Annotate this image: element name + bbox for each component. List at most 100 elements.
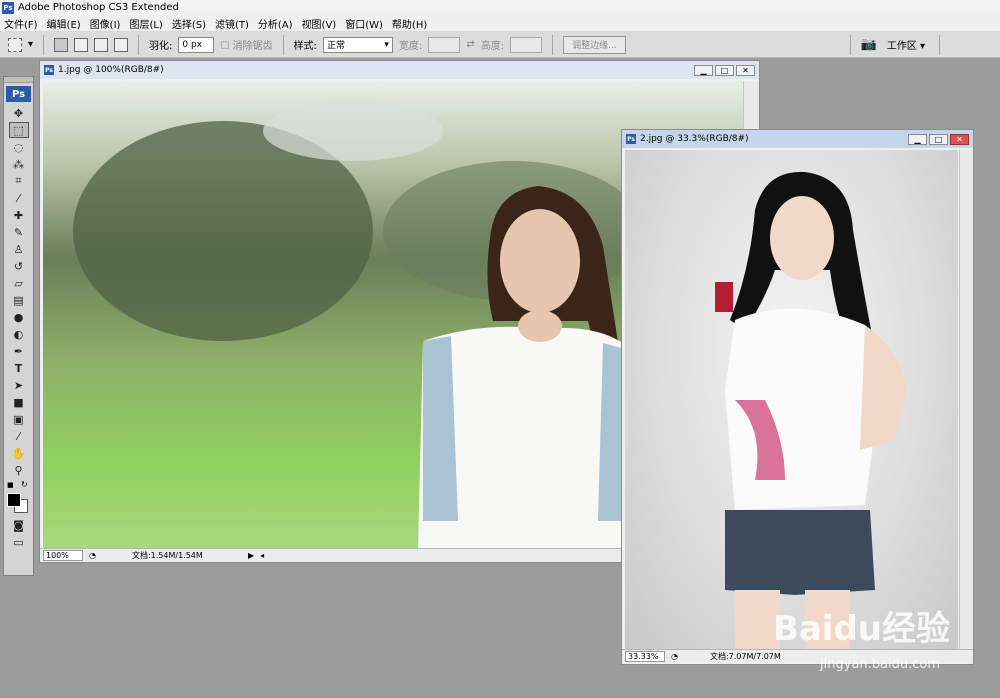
width-input[interactable] bbox=[428, 36, 461, 53]
lasso-tool-icon[interactable]: ◌ bbox=[9, 139, 29, 155]
gradient-tool-icon[interactable]: ▤ bbox=[9, 292, 29, 308]
document-1-title: 1.jpg @ 100%(RGB/8#) bbox=[58, 65, 164, 75]
ps-logo: Ps bbox=[6, 86, 31, 102]
new-selection-icon[interactable] bbox=[54, 37, 69, 52]
divider bbox=[552, 34, 554, 55]
close-icon[interactable]: ✕ bbox=[950, 133, 969, 145]
divider bbox=[282, 34, 284, 55]
subtract-selection-icon[interactable] bbox=[94, 37, 109, 52]
feather-input[interactable]: 0 px bbox=[178, 36, 215, 53]
history-brush-tool-icon[interactable]: ↺ bbox=[9, 258, 29, 274]
document-1-title-bar[interactable]: Ps 1.jpg @ 100%(RGB/8#) ▁ □ ✕ bbox=[40, 61, 759, 79]
style-label: 样式: bbox=[293, 41, 317, 52]
style-value: 正常 bbox=[326, 41, 345, 51]
bridge-camera-icon[interactable]: 📷 bbox=[861, 37, 877, 52]
document-window-2[interactable]: Ps 2.jpg @ 33.3%(RGB/8#) ▁ □ ✕ 33.33% ◔ … bbox=[621, 129, 974, 665]
zoom-level-field[interactable]: 100% bbox=[43, 550, 83, 561]
photoshop-icon: Ps bbox=[2, 1, 14, 14]
antialias-checkbox[interactable]: ☐ 消除锯齿 bbox=[220, 37, 272, 52]
workspace-label: 工作区 bbox=[886, 41, 917, 52]
close-icon[interactable]: ✕ bbox=[736, 64, 755, 76]
feather-label: 羽化: bbox=[149, 41, 173, 52]
document-size-info: 文档:7.07M/7.07M bbox=[709, 652, 781, 661]
antialias-label: 消除锯齿 bbox=[232, 41, 273, 52]
foreground-color-swatch[interactable] bbox=[7, 493, 21, 507]
menu-select[interactable]: 选择(S) bbox=[172, 16, 206, 31]
default-colors-icon[interactable]: ■ bbox=[7, 481, 14, 489]
vertical-scrollbar[interactable] bbox=[959, 150, 973, 649]
preset-dropdown-icon[interactable]: ▾ bbox=[28, 39, 33, 50]
quick-mask-icon[interactable]: ◙ bbox=[9, 517, 29, 533]
clone-stamp-tool-icon[interactable]: ♙ bbox=[9, 241, 29, 257]
type-tool-icon[interactable]: T bbox=[9, 360, 29, 376]
photoshop-doc-icon: Ps bbox=[626, 134, 636, 144]
menu-edit[interactable]: 编辑(E) bbox=[47, 16, 81, 31]
eraser-tool-icon[interactable]: ▱ bbox=[9, 275, 29, 291]
move-tool-icon[interactable]: ✥ bbox=[9, 105, 29, 121]
panel-grip[interactable] bbox=[4, 77, 33, 83]
menu-layer[interactable]: 图层(L) bbox=[129, 16, 162, 31]
menu-file[interactable]: 文件(F) bbox=[4, 16, 38, 31]
dodge-tool-icon[interactable]: ◐ bbox=[9, 326, 29, 342]
crop-tool-icon[interactable]: ⌗ bbox=[9, 173, 29, 189]
swap-icon[interactable]: ⇄ bbox=[466, 39, 474, 50]
status-menu-arrow-icon[interactable]: ▶ bbox=[248, 551, 254, 560]
menu-help[interactable]: 帮助(H) bbox=[392, 16, 427, 31]
status-info-icon[interactable]: ◔ bbox=[671, 652, 678, 661]
toolbox-panel: Ps ✥ ⬚ ◌ ⁂ ⌗ ⁄ ✚ ✎ ♙ ↺ ▱ ▤ ● ◐ ✒ T ➤ ■ ▣… bbox=[3, 76, 34, 576]
color-swatches: ■ ↻ bbox=[4, 479, 33, 513]
marquee-preset-icon[interactable] bbox=[8, 37, 22, 52]
brush-tool-icon[interactable]: ✎ bbox=[9, 224, 29, 240]
photo-2 bbox=[715, 171, 907, 649]
healing-brush-tool-icon[interactable]: ✚ bbox=[9, 207, 29, 223]
hand-tool-icon[interactable]: ✋ bbox=[9, 445, 29, 461]
width-label: 宽度: bbox=[398, 41, 423, 52]
chevron-down-icon: ▾ bbox=[919, 41, 925, 52]
zoom-tool-icon[interactable]: ⚲ bbox=[9, 462, 29, 478]
baidu-watermark-url: jingyan.baidu.com bbox=[820, 657, 940, 672]
notes-tool-icon[interactable]: ▣ bbox=[9, 411, 29, 427]
chevron-down-icon: ▾ bbox=[384, 39, 389, 50]
document-2-title: 2.jpg @ 33.3%(RGB/8#) bbox=[640, 134, 749, 144]
status-info-icon[interactable]: ◔ bbox=[89, 551, 96, 560]
baidu-watermark-logo: Baidu经验 bbox=[772, 609, 950, 649]
height-input[interactable] bbox=[510, 36, 543, 53]
divider bbox=[138, 34, 140, 55]
menu-image[interactable]: 图像(I) bbox=[90, 16, 121, 31]
height-label: 高度: bbox=[480, 41, 505, 52]
image-canvas-2[interactable] bbox=[625, 150, 958, 649]
menu-filter[interactable]: 滤镜(T) bbox=[215, 16, 249, 31]
document-size-info: 文档:1.54M/1.54M bbox=[131, 551, 203, 560]
shape-tool-icon[interactable]: ■ bbox=[9, 394, 29, 410]
path-selection-tool-icon[interactable]: ➤ bbox=[9, 377, 29, 393]
refine-edge-button[interactable]: 调整边缘... bbox=[563, 35, 626, 54]
blur-tool-icon[interactable]: ● bbox=[9, 309, 29, 325]
app-title-bar: Ps Adobe Photoshop CS3 Extended bbox=[0, 0, 1000, 15]
menu-window[interactable]: 窗口(W) bbox=[345, 16, 383, 31]
divider bbox=[849, 34, 851, 55]
eyedropper-tool-icon[interactable]: ⁄ bbox=[9, 190, 29, 206]
maximize-icon[interactable]: □ bbox=[929, 133, 948, 145]
add-selection-icon[interactable] bbox=[74, 37, 89, 52]
maximize-icon[interactable]: □ bbox=[715, 64, 734, 76]
app-title: Adobe Photoshop CS3 Extended bbox=[18, 2, 179, 13]
scroll-left-icon[interactable]: ◂ bbox=[260, 551, 264, 560]
marquee-tool-icon[interactable]: ⬚ bbox=[8, 122, 29, 138]
photoshop-doc-icon: Ps bbox=[44, 65, 54, 75]
minimize-icon[interactable]: ▁ bbox=[694, 64, 713, 76]
style-select[interactable]: 正常 ▾ bbox=[322, 36, 393, 53]
intersect-selection-icon[interactable] bbox=[114, 37, 129, 52]
divider bbox=[43, 34, 45, 55]
screen-mode-icon[interactable]: ▭ bbox=[9, 534, 29, 550]
pen-tool-icon[interactable]: ✒ bbox=[9, 343, 29, 359]
workspace-button[interactable]: 工作区 ▾ bbox=[887, 37, 925, 52]
zoom-level-field[interactable]: 33.33% bbox=[625, 651, 665, 662]
menu-view[interactable]: 视图(V) bbox=[302, 16, 337, 31]
document-2-title-bar[interactable]: Ps 2.jpg @ 33.3%(RGB/8#) ▁ □ ✕ bbox=[622, 130, 973, 148]
eyedropper-tool-icon[interactable]: ⁄ bbox=[9, 428, 29, 444]
magic-wand-tool-icon[interactable]: ⁂ bbox=[9, 156, 29, 172]
menu-analysis[interactable]: 分析(A) bbox=[258, 16, 293, 31]
divider bbox=[939, 34, 940, 55]
minimize-icon[interactable]: ▁ bbox=[908, 133, 927, 145]
swap-colors-icon[interactable]: ↻ bbox=[21, 480, 28, 489]
